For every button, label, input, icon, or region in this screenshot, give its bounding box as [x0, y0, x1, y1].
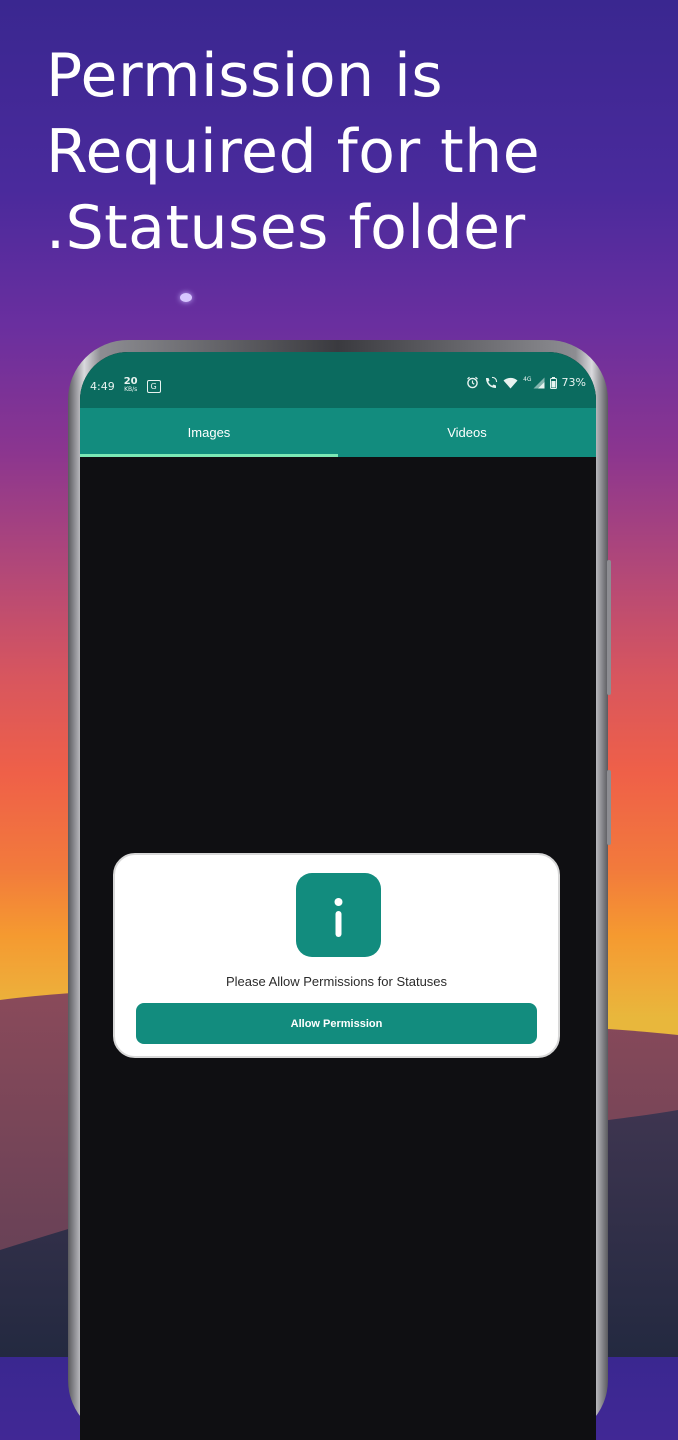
- status-bar: 4:49 20 KB/s G 4G 73%: [80, 352, 596, 408]
- network-speed-unit: KB/s: [124, 386, 138, 393]
- status-time: 4:49: [90, 379, 115, 393]
- wifi-icon: [503, 377, 518, 388]
- network-speed: 20 KB/s: [123, 376, 138, 394]
- tab-images[interactable]: Images: [80, 408, 338, 457]
- phone-screen: 4:49 20 KB/s G 4G 73% Images Videos Plea…: [80, 352, 596, 1440]
- wifi-calling-icon: [486, 376, 498, 388]
- permission-dialog: Please Allow Permissions for Statuses Al…: [113, 853, 560, 1058]
- promo-headline: Permission is Required for the .Statuses…: [46, 38, 646, 266]
- signal-icon: [533, 377, 545, 388]
- allow-permission-button[interactable]: Allow Permission: [136, 1003, 537, 1044]
- power-button: [607, 770, 611, 845]
- headline-line-1: Permission is: [46, 41, 444, 111]
- volume-button: [607, 560, 611, 695]
- battery-icon: [549, 376, 557, 389]
- phone-frame: 4:49 20 KB/s G 4G 73% Images Videos Plea…: [68, 340, 611, 1440]
- sim-badge-icon: G: [146, 379, 161, 393]
- headline-line-2: Required for the: [46, 117, 541, 187]
- info-icon: [296, 873, 381, 957]
- battery-percent: 73%: [561, 376, 586, 389]
- alarm-icon: [467, 376, 478, 389]
- network-speed-value: 20: [123, 376, 138, 387]
- moon-decoration: [180, 293, 192, 302]
- headline-line-3: .Statuses folder: [46, 193, 526, 263]
- media-tab-bar: Images Videos: [80, 408, 596, 457]
- permission-message: Please Allow Permissions for Statuses: [225, 974, 448, 989]
- network-type-label: 4G: [523, 375, 532, 383]
- tab-videos[interactable]: Videos: [338, 408, 596, 457]
